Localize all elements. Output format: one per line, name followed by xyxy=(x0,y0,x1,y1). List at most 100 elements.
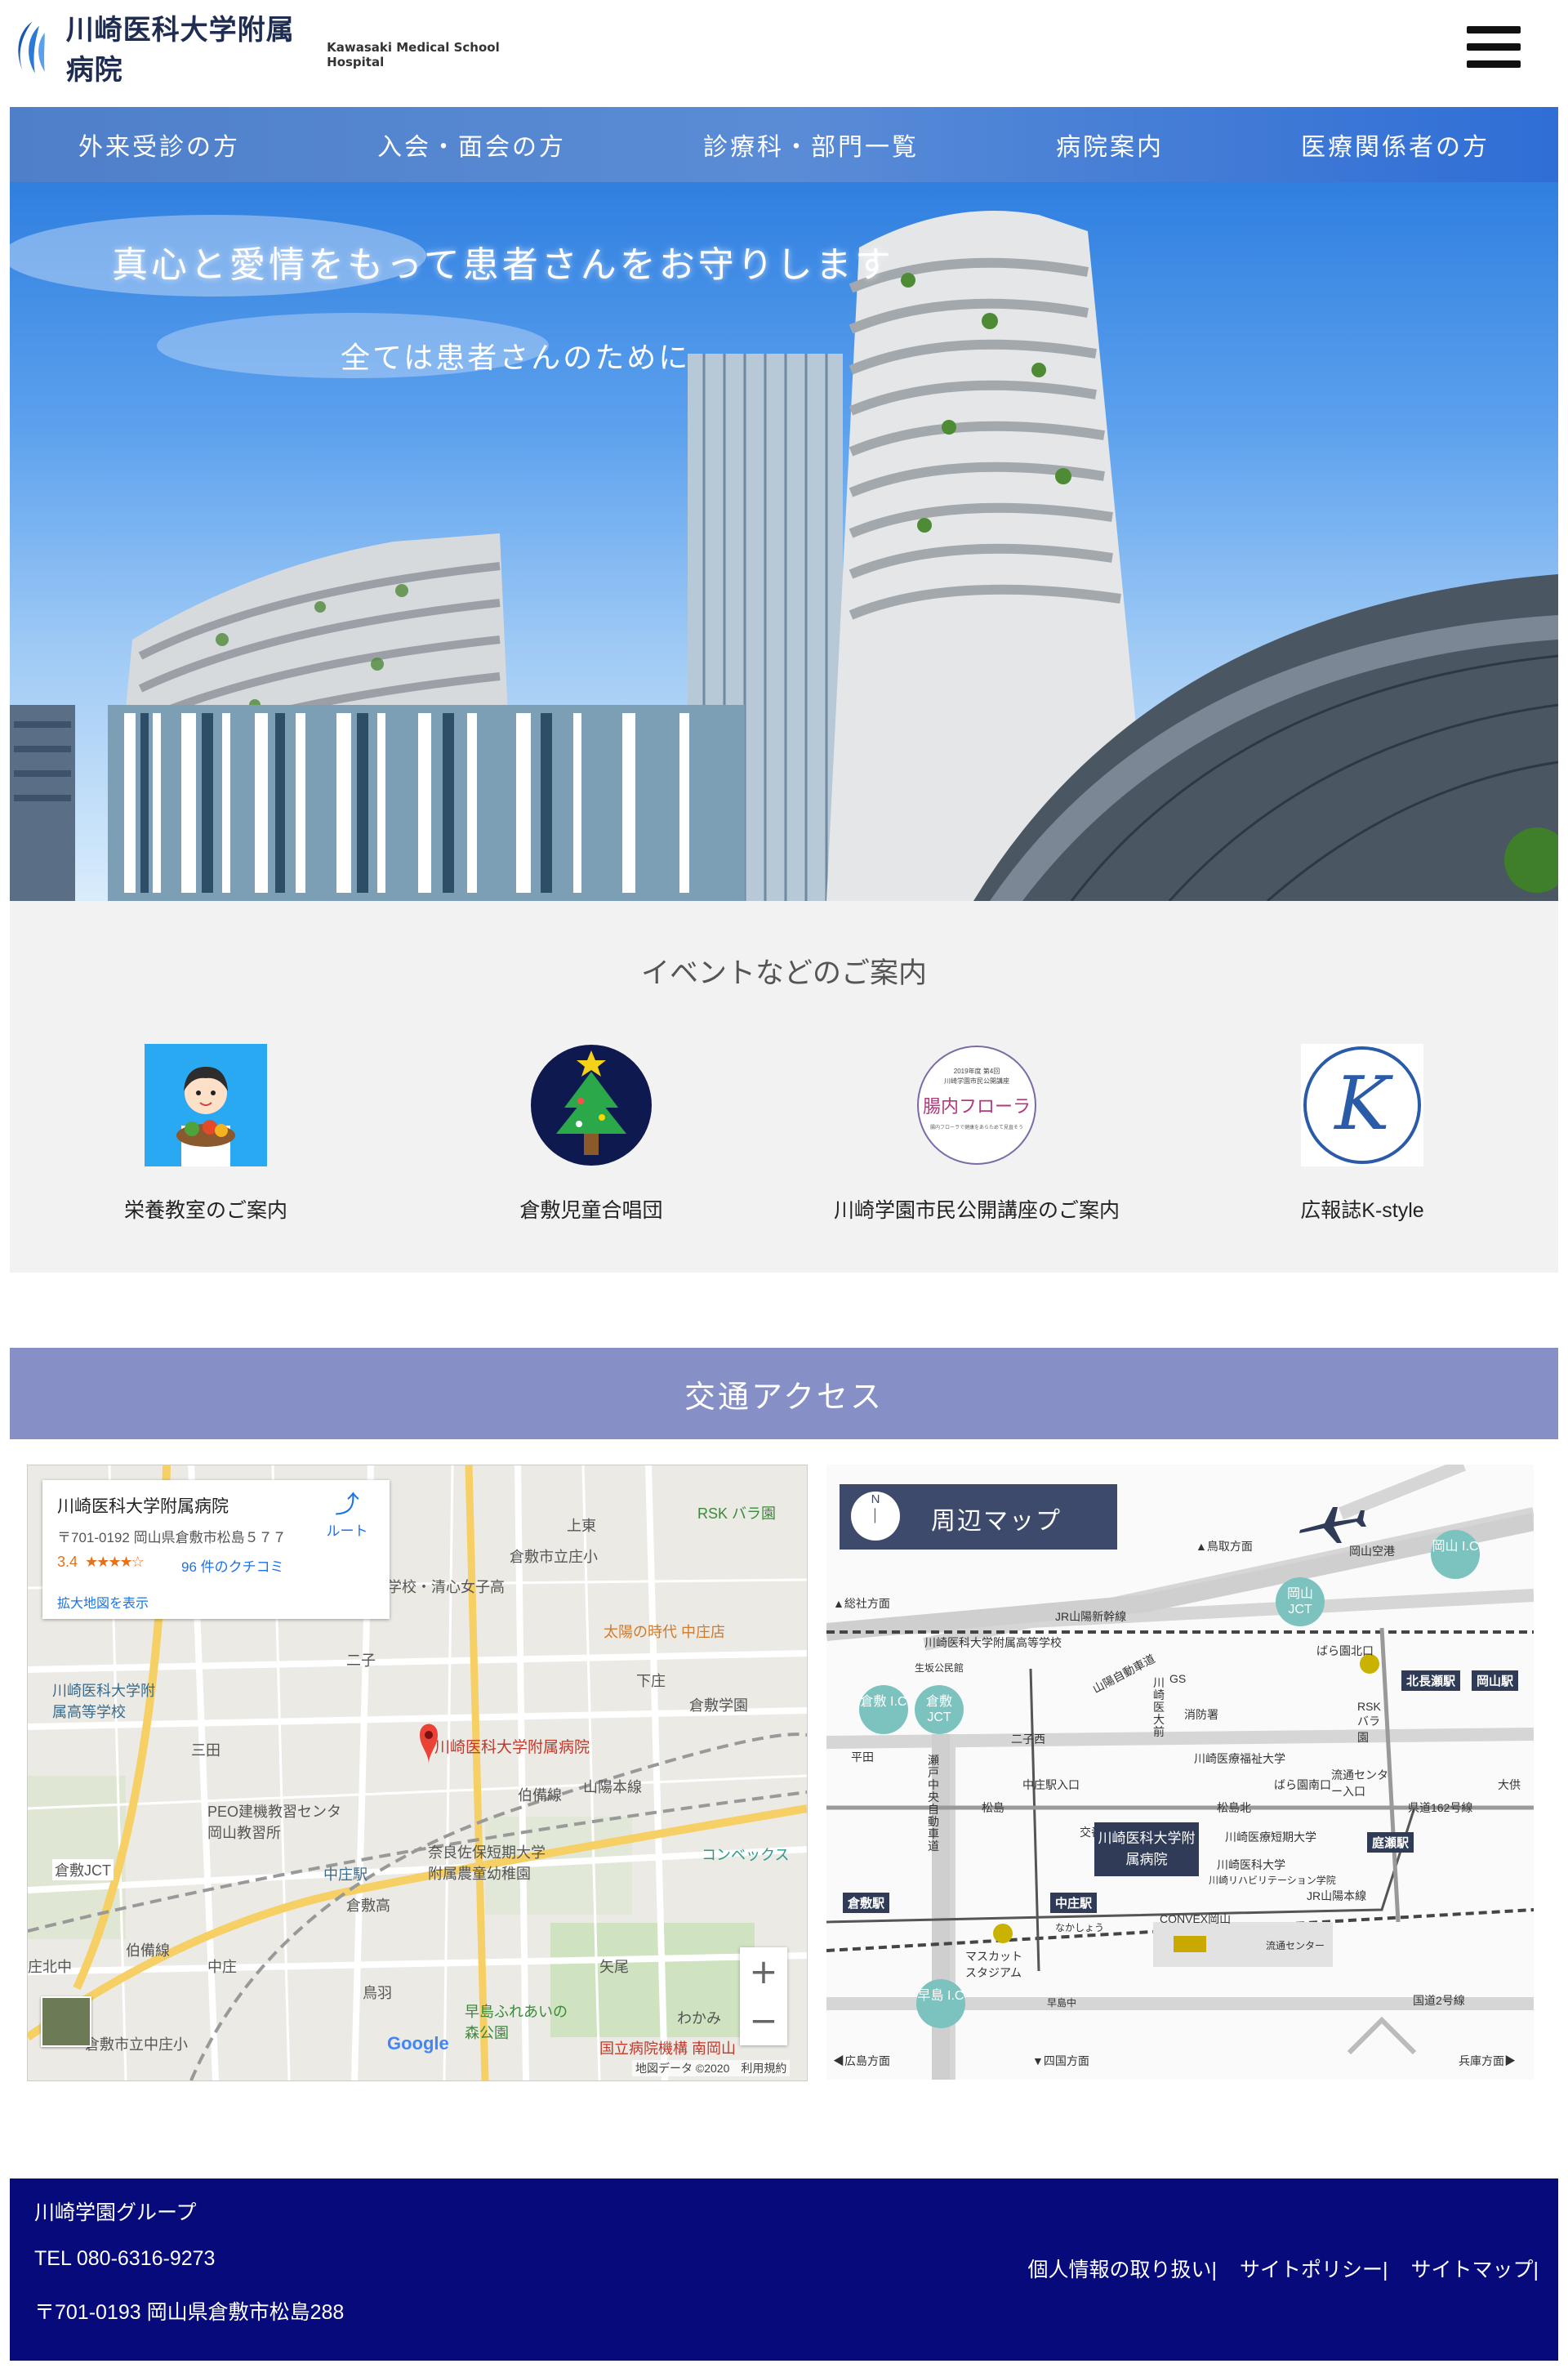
map-label: 倉敷JCT xyxy=(52,1859,114,1880)
map-label: 学校・清心女子高 xyxy=(387,1579,505,1595)
google-map[interactable]: RSK バラ園 上東 倉敷市立庄小 学校・清心女子高 太陽の時代 中庄店 二子 … xyxy=(27,1465,808,2081)
main-navigation: 外来受診の方 入会・面会の方 診療科・部門一覧 病院案内 医療関係者の方 xyxy=(10,107,1558,182)
map-label: 二子 xyxy=(346,1652,376,1669)
hero-title: 真心と愛情をもって患者さんをお守りします xyxy=(112,244,894,286)
map-label: 庄北中 xyxy=(28,1959,72,1975)
nav-item-visitors[interactable]: 入会・面会の方 xyxy=(377,127,566,163)
logo-mark-icon xyxy=(18,21,45,74)
hero-subtitle: 全ては患者さんのために xyxy=(341,341,691,375)
place-address: 〒701-0192 岡山県倉敷市松島５７７ xyxy=(57,1530,287,1545)
hamburger-menu-icon[interactable] xyxy=(1467,26,1521,74)
footer-links: 個人情報の取り扱い| サイトポリシー| サイトマップ| xyxy=(1005,2254,1539,2283)
station-label: 中庄駅 xyxy=(1050,1893,1098,1913)
compass-letter: N xyxy=(871,1492,880,1506)
station-label: 庭瀬駅 xyxy=(1367,1832,1414,1853)
compass-icon: N │ xyxy=(851,1492,900,1541)
nav-item-hospital-guide[interactable]: 病院案内 xyxy=(1056,127,1164,163)
satellite-toggle[interactable] xyxy=(41,1996,91,2047)
reviews-link[interactable]: 96 件のクチコミ xyxy=(181,1555,284,1576)
place-name: 川崎医科大学附属病院 xyxy=(57,1497,229,1516)
event-card-choir[interactable]: 倉敷児童合唱団 xyxy=(420,1044,763,1224)
route-button[interactable]: ⤴ ルート xyxy=(318,1492,376,1540)
map-label: 国立病院機構 南岡山 xyxy=(599,2040,737,2057)
zoom-in-button[interactable]: + xyxy=(740,1947,787,1996)
site-footer: 川崎学園グループ TEL 080-6316-9273 〒701-0193 岡山県… xyxy=(10,2178,1558,2361)
area-label: ▲総社方面 xyxy=(833,1597,890,1610)
ic-badge: 倉敷 JCT xyxy=(915,1685,964,1734)
area-label: CONVEX岡山 xyxy=(1160,1912,1232,1925)
map-label: 倉敷市立中庄小 xyxy=(85,2036,188,2053)
map-label: RSK バラ園 xyxy=(697,1505,777,1522)
nav-item-medical-professionals[interactable]: 医療関係者の方 xyxy=(1301,127,1490,163)
badge-bottom-text: 腸内フローラで健康をあらためて見直そう xyxy=(930,1124,1023,1130)
area-label: 岡山空港 xyxy=(1349,1545,1395,1558)
event-card-kstyle[interactable]: K 広報誌K-style xyxy=(1191,1044,1534,1224)
map-label: わかみ xyxy=(677,2010,721,2027)
map-label: 上東 xyxy=(567,1518,596,1534)
map-label: 下庄 xyxy=(636,1673,666,1689)
area-label: 川崎リハビリテーション学院 xyxy=(1209,1875,1336,1886)
enlarge-map-link[interactable]: 拡大地図を表示 xyxy=(57,1592,149,1612)
ic-badge: 岡山 JCT xyxy=(1276,1577,1325,1626)
area-label: ばら園北口 xyxy=(1316,1644,1374,1657)
events-section: イベントなどのご案内 栄養教室のご案内 倉敷児童合唱団 2019年度 第4回 川… xyxy=(10,901,1558,1273)
area-label: なかしょう xyxy=(1055,1922,1105,1933)
k-letter: K xyxy=(1333,1061,1393,1147)
station-label: 北長瀬駅 xyxy=(1401,1670,1461,1691)
footer-telephone: TEL 080-6316-9273 xyxy=(34,2247,216,2270)
map-credit[interactable]: 地図データ ©2020 利用規約 xyxy=(632,2060,791,2076)
nav-item-outpatient[interactable]: 外来受診の方 xyxy=(78,127,240,163)
event-card-lecture[interactable]: 2019年度 第4回 川崎学園市民公開講座 腸内フローラ 腸内フローラで健康をあ… xyxy=(805,1044,1148,1224)
ic-badge: 早島 I.C xyxy=(916,1979,965,2028)
area-label: 早島中 xyxy=(1047,1997,1077,2009)
map-pin-label: 川崎医科大学附属病院 xyxy=(434,1739,590,1756)
footer-link-sitemap[interactable]: サイトマップ| xyxy=(1411,2254,1539,2283)
event-card-nutrition[interactable]: 栄養教室のご案内 xyxy=(34,1044,377,1224)
event-label-lecture: 川崎学園市民公開講座のご案内 xyxy=(833,1199,1120,1222)
area-label: 川崎医大前 xyxy=(1153,1676,1165,1738)
area-label: 瀬戸中央自動車道 xyxy=(928,1754,939,1853)
map-label: 伯備線 xyxy=(126,1942,170,1959)
map-label: 倉敷高 xyxy=(346,1898,390,1914)
event-label-kstyle: 広報誌K-style xyxy=(1300,1199,1424,1222)
area-label: ◀広島方面 xyxy=(833,2054,890,2067)
rating-stars: ★★★★☆ xyxy=(85,1554,145,1570)
area-label: 松島北 xyxy=(1217,1801,1251,1814)
area-map: N │ 周辺マップ 岡山 I.C 岡山 JCT 倉敷 I.C 倉敷 JCT 早島 … xyxy=(826,1465,1534,2080)
station-label: 倉敷駅 xyxy=(843,1893,890,1913)
map-label: 太陽の時代 中庄店 xyxy=(604,1624,726,1640)
rating-value: 3.4 xyxy=(57,1554,78,1570)
footer-link-site-policy[interactable]: サイトポリシー| xyxy=(1240,2254,1388,2283)
footer-group-name: 川崎学園グループ xyxy=(34,2201,197,2224)
badge-mid-text: 川崎学園市民公開講座 xyxy=(944,1077,1009,1085)
route-label: ルート xyxy=(326,1523,368,1539)
google-logo: Google xyxy=(387,2033,449,2054)
nav-item-departments[interactable]: 診療科・部門一覧 xyxy=(703,127,919,163)
area-label: GS xyxy=(1169,1672,1187,1685)
ic-badge: 岡山 I.C xyxy=(1431,1530,1480,1579)
map-label: 伯備線 xyxy=(518,1787,562,1804)
site-logo[interactable]: 川崎医科大学附属病院 Kawasaki Medical School Hospi… xyxy=(11,13,526,87)
map-label: 三田 xyxy=(191,1742,220,1759)
zoom-controls: + − xyxy=(740,1947,787,2045)
area-label: RSKバラ園 xyxy=(1357,1700,1381,1744)
area-label: ▲鳥取方面 xyxy=(1196,1540,1253,1553)
area-map-hospital-marker: 川崎医科大学附属病院 xyxy=(1094,1822,1199,1876)
area-map-title: N │ 周辺マップ xyxy=(840,1484,1117,1550)
map-label: PEO建機教習センタ 岡山教習所 xyxy=(207,1804,342,1841)
ic-badge: 倉敷 I.C xyxy=(859,1685,908,1734)
footer-link-privacy[interactable]: 個人情報の取り扱い| xyxy=(1028,2254,1218,2283)
zoom-out-button[interactable]: − xyxy=(740,1996,787,2045)
place-rating: 3.4 ★★★★☆ xyxy=(57,1554,145,1571)
hero-building-image xyxy=(10,211,1558,901)
access-heading: 交通アクセス xyxy=(684,1380,884,1415)
area-label: 兵庫方面▶ xyxy=(1459,2054,1516,2067)
christmas-tree-icon xyxy=(531,1045,652,1166)
area-label: JR山陽新幹線 xyxy=(1055,1610,1127,1623)
area-label: 県道162号線 xyxy=(1408,1801,1473,1814)
area-label: 生坂公民館 xyxy=(915,1662,964,1674)
area-label: 平田 xyxy=(851,1750,874,1764)
lecture-badge: 2019年度 第4回 川崎学園市民公開講座 腸内フローラ 腸内フローラで健康をあ… xyxy=(917,1046,1036,1165)
area-label: 川崎医科大学附属高等学校 xyxy=(924,1636,1062,1649)
access-heading-bar: 交通アクセス xyxy=(10,1348,1558,1439)
